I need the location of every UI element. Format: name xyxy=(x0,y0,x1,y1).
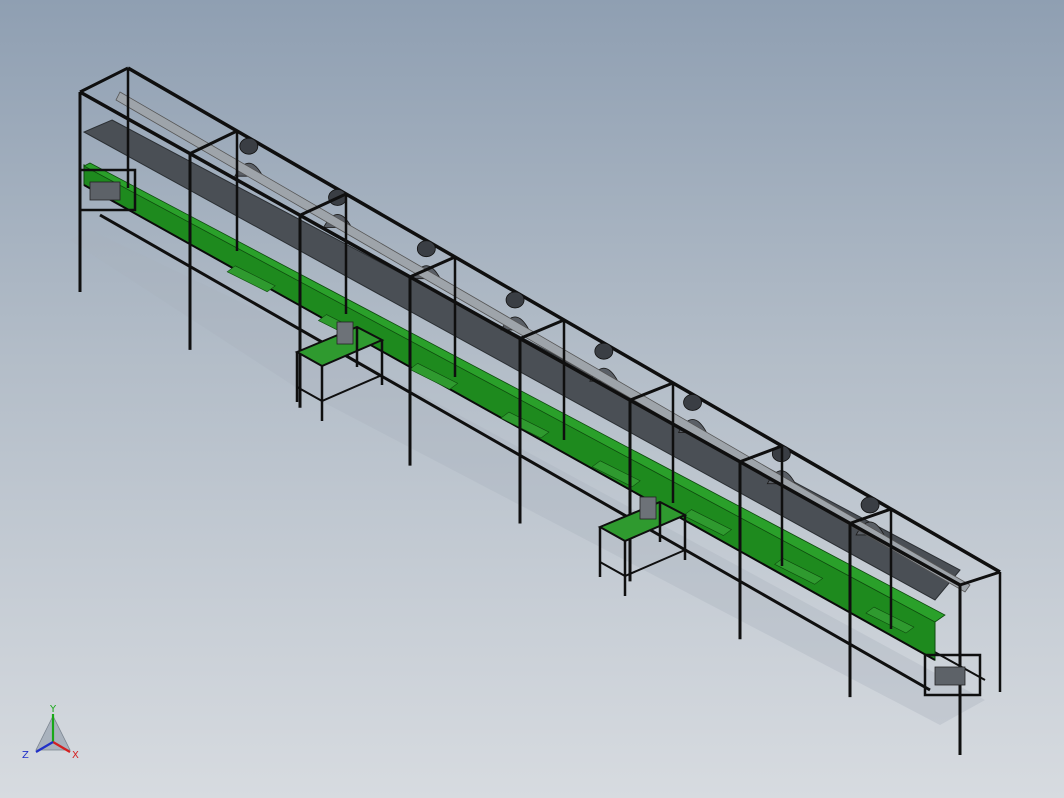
lower-front-rail xyxy=(99,213,931,692)
cross-beam xyxy=(79,66,129,94)
side-table-1-machine xyxy=(336,321,354,345)
conveyor-green-side xyxy=(83,162,946,661)
cross-beam xyxy=(959,570,1001,587)
operator-head xyxy=(416,240,436,258)
operator-head xyxy=(239,137,259,155)
belt-green-top-edge xyxy=(83,162,946,623)
operator-head xyxy=(594,342,614,360)
belt-top-surface xyxy=(82,119,961,601)
operator-head xyxy=(860,496,880,514)
cad-viewport[interactable]: Y X Z xyxy=(0,0,1064,798)
assembly-line-model[interactable] xyxy=(0,0,1064,798)
x-axis-label: X xyxy=(72,750,79,761)
side-table-2-machine xyxy=(639,496,657,520)
floor-shadow xyxy=(70,230,985,725)
ground-shadow xyxy=(70,230,985,725)
z-axis-label: Z xyxy=(22,750,29,761)
operator-head xyxy=(505,291,525,309)
conveyor-top-surface xyxy=(82,119,961,601)
axis-triad: Y X Z xyxy=(22,704,79,761)
right-end-unit-motor xyxy=(934,666,966,686)
y-axis-label: Y xyxy=(49,704,57,715)
left-end-unit-motor xyxy=(89,181,121,201)
operator-head xyxy=(683,394,702,411)
